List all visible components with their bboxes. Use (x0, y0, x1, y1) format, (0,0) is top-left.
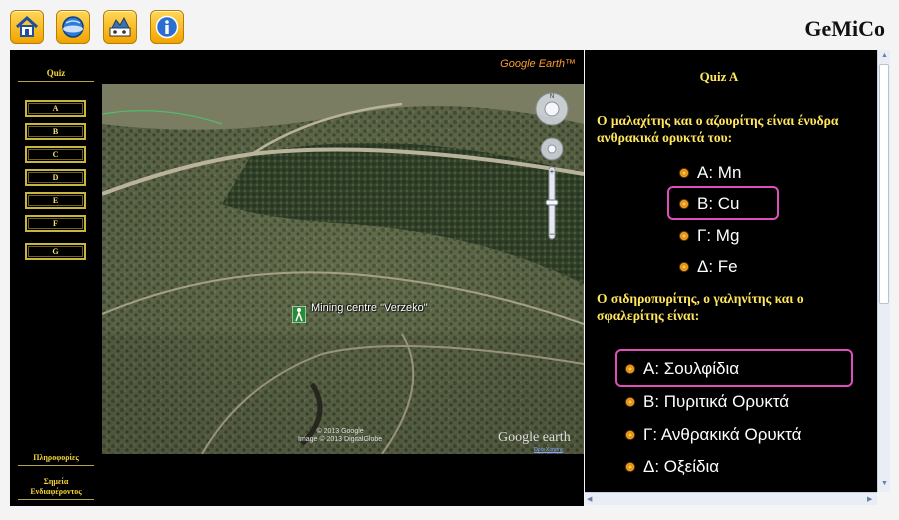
quiz-button-c[interactable]: C (25, 146, 86, 163)
placemark-label[interactable]: Mining centre "Verzeko" (311, 302, 428, 314)
scroll-up-icon[interactable]: ▲ (881, 52, 888, 59)
info-link[interactable]: Πληροφορίες (10, 453, 102, 463)
divider (18, 465, 94, 466)
scrollbar-thumb[interactable] (879, 64, 889, 304)
answer-label: A: Σουλφίδια (643, 359, 740, 378)
google-earth-map[interactable]: Google Earth™ Mining centre "Verzeko" N … (102, 50, 584, 506)
question-1-text: Ο μαλαχίτης και ο αζουρίτης είναι ένυδρα… (597, 113, 839, 145)
quiz-button-d[interactable]: D (25, 169, 86, 186)
answer-option[interactable]: A: Mn (679, 163, 741, 183)
answer-label: B: Πυριτικά Ορυκτά (643, 392, 790, 411)
points-of-interest-link-line2[interactable]: Ενδιαφέροντος (10, 487, 102, 497)
quiz-title: Quiz A (699, 69, 739, 84)
globe-button[interactable] (56, 10, 90, 44)
map-button[interactable] (103, 10, 137, 44)
scroll-left-icon[interactable]: ◀ (587, 495, 592, 503)
svg-text:+: + (550, 167, 555, 176)
answer-label: A: Mn (697, 163, 742, 182)
answer-option[interactable]: A: Σουλφίδια (625, 359, 739, 379)
answer-label: B: Cu (697, 194, 740, 213)
radio-icon (679, 262, 689, 272)
points-of-interest-link-line1[interactable]: Σημεία (10, 477, 102, 487)
quiz-button-e[interactable]: E (25, 192, 86, 209)
quiz-button-g[interactable]: G (25, 243, 86, 260)
globe-icon (62, 16, 84, 38)
google-earth-logo: Google earth (498, 430, 571, 445)
terms-of-use-link[interactable]: Όροι Χρήσης (534, 447, 563, 453)
quiz-button-f[interactable]: F (25, 215, 86, 232)
top-toolbar: GeMiCo (0, 0, 899, 50)
quiz-panel: Quiz A Ο μαλαχίτης και ο αζουρίτης είναι… (585, 50, 877, 492)
scroll-right-icon[interactable]: ▶ (867, 495, 872, 503)
answer-option[interactable]: B: Πυριτικά Ορυκτά (625, 392, 789, 412)
radio-icon (679, 231, 689, 241)
sidebar-heading: Quiz (46, 68, 66, 78)
mining-placemark-icon[interactable] (292, 306, 306, 323)
svg-text:N: N (550, 94, 554, 100)
zoom-slider-icon[interactable]: + − (545, 166, 559, 240)
radio-icon (625, 397, 635, 407)
divider (18, 81, 94, 82)
answer-option[interactable]: Δ: Οξείδια (625, 457, 719, 477)
radio-icon (625, 364, 635, 374)
satellite-imagery[interactable] (102, 84, 584, 454)
answer-option[interactable]: Γ: Ανθρακικά Ορυκτά (625, 425, 801, 445)
quiz-button-a[interactable]: A (25, 100, 86, 117)
svg-text:−: − (549, 229, 554, 239)
map-navigation-controls: N + − (534, 91, 570, 256)
answer-option[interactable]: Γ: Mg (679, 226, 739, 246)
radio-icon (625, 462, 635, 472)
imagery-copyright: © 2013 Google Image © 2013 DigitalGlobe (298, 428, 382, 444)
sidebar: Quiz A B C D E F G Πληροφορίες Σημεία Εν… (10, 50, 102, 506)
info-button[interactable] (150, 10, 184, 44)
radio-icon (625, 430, 635, 440)
answer-option[interactable]: B: Cu (679, 194, 740, 214)
scroll-down-icon[interactable]: ▼ (881, 480, 888, 487)
radio-icon (679, 168, 689, 178)
answer-label: Δ: Fe (697, 257, 738, 276)
home-icon (15, 15, 39, 37)
google-earth-label: Google Earth™ (500, 58, 576, 70)
divider (18, 499, 94, 500)
horizontal-scrollbar[interactable]: ◀ ▶ (585, 492, 877, 505)
answer-label: Γ: Ανθρακικά Ορυκτά (643, 425, 802, 444)
map-icon (109, 16, 131, 37)
info-icon (155, 15, 179, 39)
pan-control-icon[interactable] (540, 137, 564, 161)
quiz-button-b[interactable]: B (25, 123, 86, 140)
answer-label: Δ: Οξείδια (643, 457, 720, 476)
app-brand: GeMiCo (804, 16, 885, 41)
answer-label: Γ: Mg (697, 226, 740, 245)
copyright-line: Image © 2013 DigitalGlobe (298, 436, 383, 443)
copyright-line: © 2013 Google (316, 428, 364, 435)
compass-ring-icon[interactable]: N (535, 92, 569, 126)
radio-icon (679, 199, 689, 209)
vertical-scrollbar[interactable]: ▲ ▼ (877, 50, 890, 492)
answer-option[interactable]: Δ: Fe (679, 257, 738, 277)
home-button[interactable] (10, 10, 44, 44)
question-2-text: Ο σιδηροπυρίτης, ο γαληνίτης και ο σφαλε… (597, 291, 804, 323)
